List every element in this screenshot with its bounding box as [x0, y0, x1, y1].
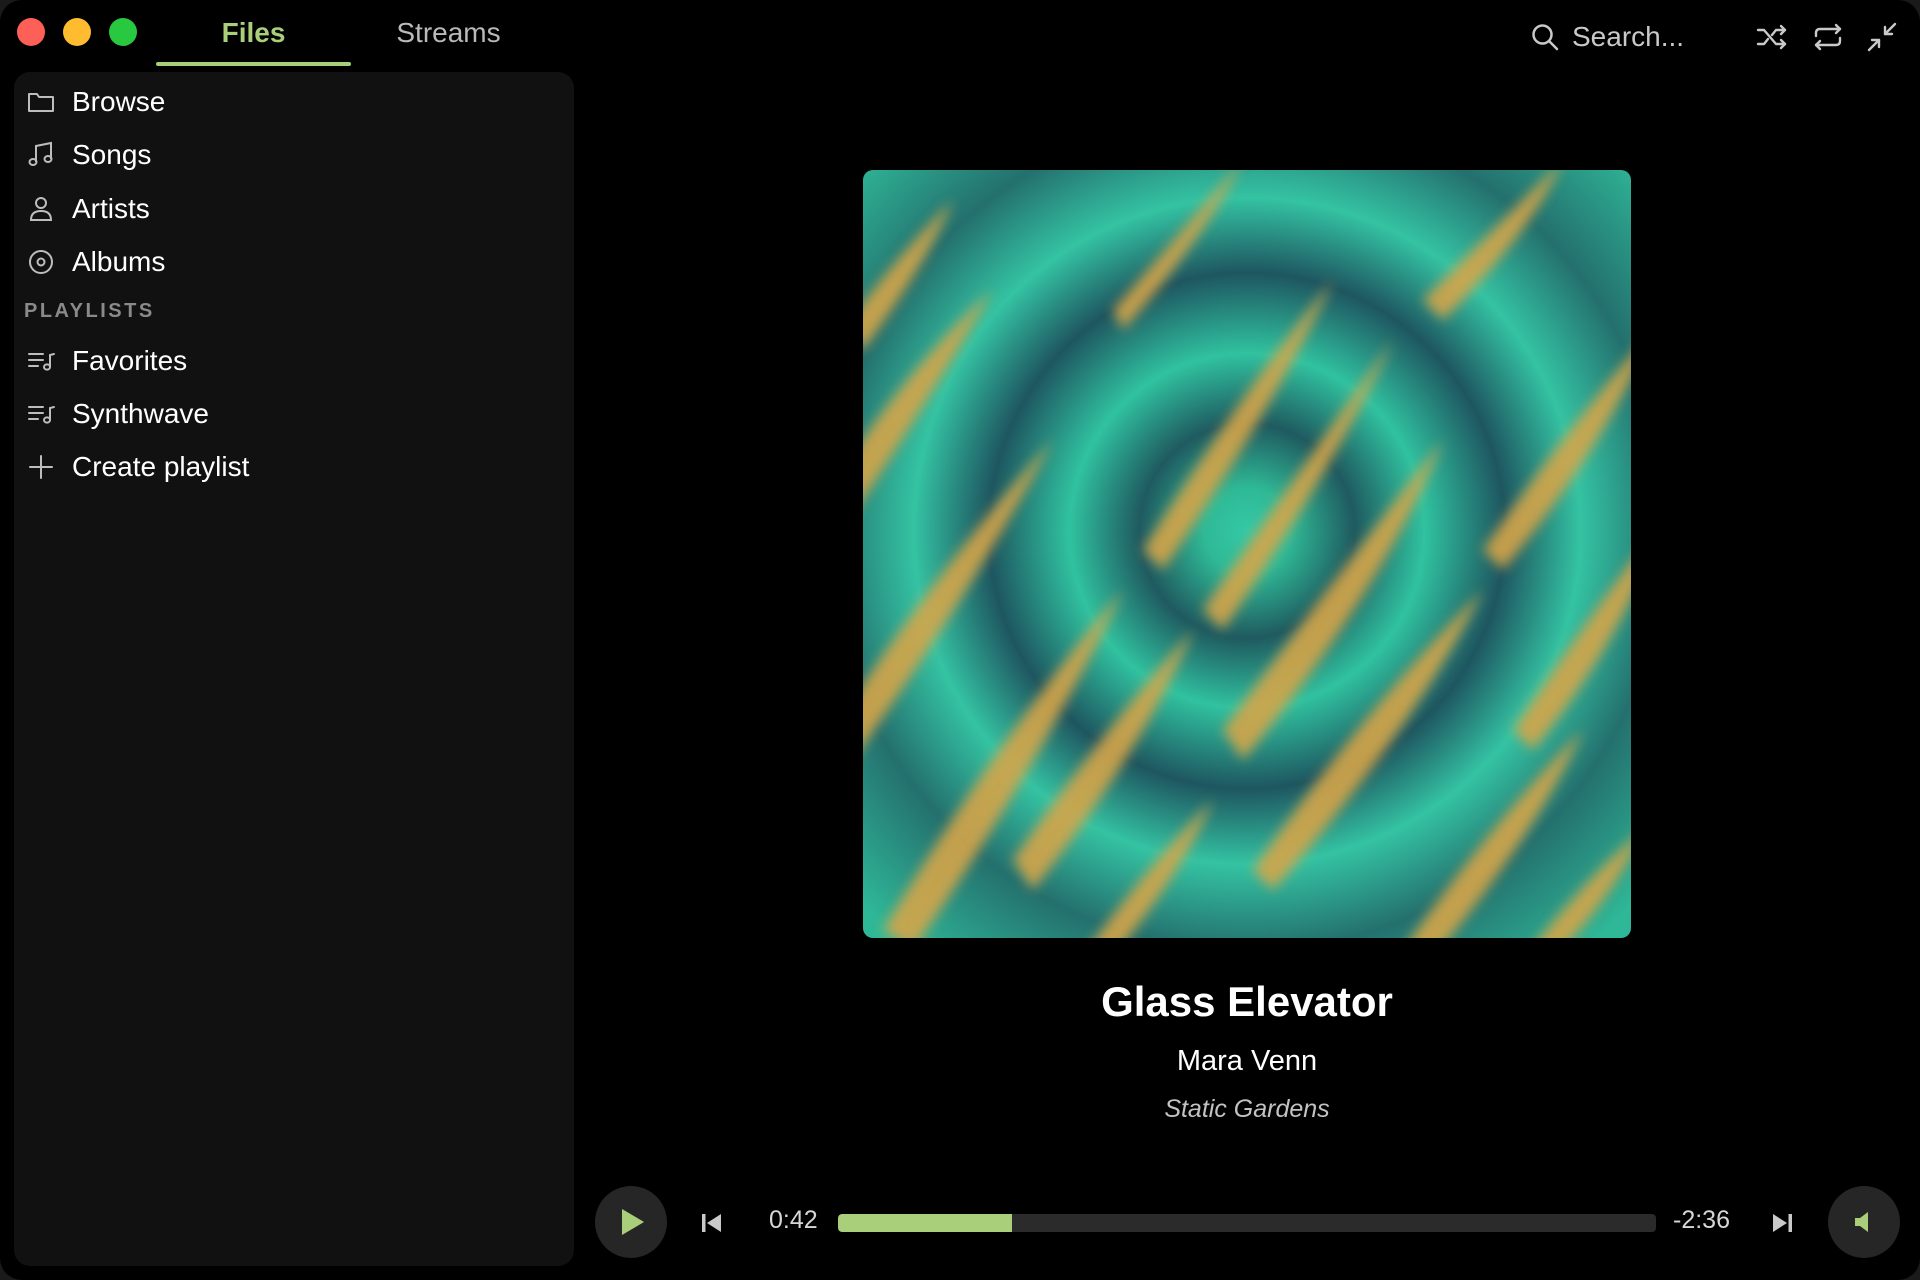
search-icon: [1532, 24, 1559, 51]
create-playlist-button[interactable]: Create playlist: [14, 442, 574, 492]
volume-button[interactable]: [1828, 1186, 1900, 1258]
previous-track-icon[interactable]: [696, 1208, 726, 1238]
search-box[interactable]: Search...: [1530, 14, 1684, 60]
sidebar-item-browse[interactable]: Browse: [14, 77, 574, 127]
sidebar: Browse Songs Artists Albums PLAYLISTS Fa…: [14, 72, 574, 1266]
disc-icon: [29, 250, 53, 274]
sidebar-item-label: Favorites: [72, 345, 188, 376]
playlists-section-heading: PLAYLISTS: [24, 300, 155, 322]
shuffle-icon[interactable]: [1754, 19, 1790, 55]
play-icon: [622, 1209, 644, 1235]
person-icon: [29, 197, 53, 221]
tab-streams[interactable]: Streams: [351, 0, 546, 66]
speaker-icon: [1855, 1212, 1868, 1232]
sidebar-item-favorites[interactable]: Favorites: [14, 336, 574, 386]
next-track-icon[interactable]: [1768, 1208, 1798, 1238]
minimize-window-button[interactable]: [63, 18, 91, 46]
sidebar-item-artists[interactable]: Artists: [14, 184, 574, 234]
playlist-icon: [28, 406, 55, 424]
sidebar-item-synthwave[interactable]: Synthwave: [14, 389, 574, 439]
sidebar-item-label: Albums: [72, 246, 166, 277]
playlist-icon: [28, 353, 55, 371]
zoom-window-button[interactable]: [109, 18, 137, 46]
elapsed-time: 0:42: [769, 1206, 818, 1234]
tab-bar: Files Streams: [156, 0, 546, 66]
remaining-time: -2:36: [1673, 1206, 1730, 1234]
sidebar-item-albums[interactable]: Albums: [14, 237, 574, 287]
track-artist[interactable]: Mara Venn: [574, 1045, 1920, 1078]
sidebar-item-label: Songs: [72, 139, 152, 170]
sidebar-item-label: Browse: [72, 86, 166, 117]
tab-files[interactable]: Files: [156, 0, 351, 66]
window-controls: [17, 18, 137, 46]
close-window-button[interactable]: [17, 18, 45, 46]
search-placeholder: Search...: [1572, 21, 1685, 52]
track-title: Glass Elevator: [1101, 978, 1393, 1025]
minimize-icon[interactable]: [1864, 19, 1900, 55]
track-album[interactable]: Static Gardens: [574, 1095, 1920, 1124]
repeat-icon[interactable]: [1810, 19, 1846, 55]
sidebar-item-label: Artists: [72, 193, 150, 224]
progress-bar[interactable]: [838, 1214, 1656, 1232]
folder-icon: [28, 93, 54, 112]
play-button[interactable]: [595, 1186, 667, 1258]
plus-icon: [29, 455, 53, 479]
music-note-icon: [28, 141, 53, 166]
sidebar-item-label: Synthwave: [72, 398, 209, 429]
progress-fill: [838, 1214, 1012, 1232]
sidebar-item-songs[interactable]: Songs: [14, 130, 574, 180]
music-player-window: Files Streams Search... Browse Songs Art…: [0, 0, 1920, 1280]
create-playlist-label: Create playlist: [72, 451, 250, 482]
album-cover-art: [863, 170, 1631, 938]
